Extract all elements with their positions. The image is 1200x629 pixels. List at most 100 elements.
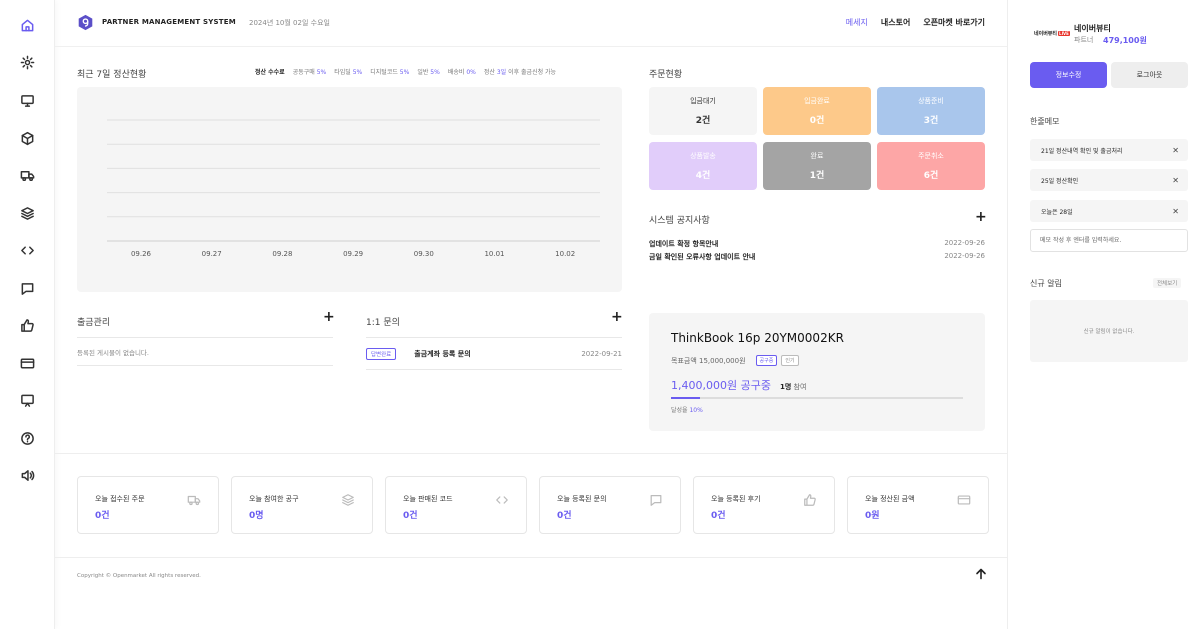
order-card-complete[interactable]: 완료 1건 — [763, 142, 871, 190]
stat-value: 0건 — [557, 511, 572, 521]
speaker-icon[interactable] — [18, 466, 36, 484]
partner-logo: 네이버뷰티 LIVE — [1034, 30, 1070, 37]
order-status-title: 주문현황 — [649, 70, 683, 80]
withdraw-title: 출금관리 — [77, 318, 111, 328]
stat-value: 0원 — [865, 511, 880, 521]
memo-text: 25일 정산확인 — [1041, 177, 1079, 185]
current-amount: 1,400,000원 공구중 1명 참여 — [671, 377, 806, 393]
logout-button[interactable]: 로그아웃 — [1111, 62, 1188, 88]
stat-today-settlement[interactable]: 오늘 정산된 금액 0원 — [847, 476, 989, 534]
nav-message-link[interactable]: 메세지 — [846, 17, 868, 28]
right-panel: 네이버뷰티 LIVE 네이버뷰티 파트너 479,100원 정보수정 로그아웃 한… — [1007, 0, 1200, 629]
divider — [55, 557, 1007, 558]
memo-text: 오늘은 28일 — [1041, 208, 1073, 216]
x-tick-label: 09.28 — [272, 250, 292, 258]
thumbs-up-icon[interactable] — [18, 316, 36, 334]
memo-item: 오늘은 28일 ✕ — [1030, 200, 1188, 222]
inquiry-title: 1:1 문의 — [366, 318, 400, 328]
card-icon[interactable] — [18, 354, 36, 372]
product-name: ThinkBook 16p 20YM0002KR — [671, 331, 844, 345]
nav-openmarket-link[interactable]: 오픈마켓 바로가기 — [923, 17, 985, 28]
product-goal: 목표금액 15,000,000원 공구중 인기 — [671, 355, 799, 366]
order-card-preparing[interactable]: 상품준비 3건 — [877, 87, 985, 135]
card-icon — [957, 493, 971, 507]
notice-title: 업데이트 확정 항목안내 — [649, 240, 719, 248]
stat-label: 오늘 정산된 금액 — [865, 495, 915, 503]
layers-icon[interactable] — [18, 204, 36, 222]
notice-item[interactable]: 업데이트 확정 항목안내 2022-09-26 — [649, 239, 985, 252]
system-notice-title: 시스템 공지사항 — [649, 216, 710, 226]
divider — [366, 337, 622, 338]
popular-badge: 인기 — [781, 355, 799, 366]
stat-label: 오늘 등록된 후기 — [711, 495, 761, 503]
today-stats: 오늘 접수된 주문 0건 오늘 참여한 공구 0명 오늘 판매된 코드 0건 오… — [77, 476, 989, 534]
partner-name: 네이버뷰티 — [1074, 24, 1111, 33]
close-icon[interactable]: ✕ — [1172, 146, 1179, 155]
stat-today-inquiries[interactable]: 오늘 등록된 문의 0건 — [539, 476, 681, 534]
group-buy-product-card[interactable]: ThinkBook 16p 20YM0002KR 목표금액 15,000,000… — [649, 313, 985, 431]
notice-item[interactable]: 금일 확인된 오류사항 업데이트 안내 2022-09-26 — [649, 252, 985, 265]
order-status-grid: 입금대기 2건 입금완료 0건 상품준비 3건 상품발송 4건 완료 1건 주문… — [649, 87, 985, 190]
participants: 1명 참여 — [779, 383, 807, 391]
stat-today-orders[interactable]: 오늘 접수된 주문 0건 — [77, 476, 219, 534]
fee-legend-heading: 정산 수수료 — [255, 69, 285, 76]
notice-title: 금일 확인된 오류사항 업데이트 안내 — [649, 253, 756, 261]
top-header: PARTNER MANAGEMENT SYSTEM 2024년 10월 02일 … — [55, 0, 1007, 47]
order-card-shipped[interactable]: 상품발송 4건 — [649, 142, 757, 190]
x-tick-label: 10.02 — [555, 250, 575, 258]
nav-my-store-link[interactable]: 내스토어 — [881, 17, 910, 28]
home-icon[interactable] — [18, 16, 36, 34]
stat-today-codes[interactable]: 오늘 판매된 코드 0건 — [385, 476, 527, 534]
stat-label: 오늘 참여한 공구 — [249, 495, 299, 503]
fee-legend-item: 디지털코드 5% — [370, 69, 410, 76]
close-icon[interactable]: ✕ — [1172, 176, 1179, 185]
settlement-chart: 09.26 09.27 09.28 09.29 09.30 10.01 10.02 — [77, 87, 622, 292]
order-card-count: 1건 — [809, 171, 825, 181]
order-card-label: 상품준비 — [918, 97, 944, 105]
achievement-rate: 달성율 10% — [671, 407, 703, 414]
truck-icon[interactable] — [18, 166, 36, 184]
inquiry-item[interactable]: 답변완료 출금계좌 등록 문의 2022-09-21 — [366, 347, 622, 361]
inquiry-item-title: 출금계좌 등록 문의 — [414, 350, 471, 358]
close-icon[interactable]: ✕ — [1172, 207, 1179, 216]
code-icon[interactable] — [18, 241, 36, 259]
order-card-count: 6건 — [923, 171, 939, 181]
edit-profile-button[interactable]: 정보수정 — [1030, 62, 1107, 88]
today-date: 2024년 10월 02일 수요일 — [249, 19, 330, 27]
code-icon — [495, 493, 509, 507]
memo-item: 25일 정산확인 ✕ — [1030, 169, 1188, 191]
progress-bar — [671, 397, 963, 399]
stat-today-group-buy[interactable]: 오늘 참여한 공구 0명 — [231, 476, 373, 534]
layers-icon — [341, 493, 355, 507]
settlement-fee-legend: 정산 수수료 공동구매 5% 타임딜 5% 디지털코드 5% 일반 5% 배송비… — [255, 67, 556, 76]
brand-logo-icon[interactable] — [77, 14, 94, 31]
order-card-label: 완료 — [810, 152, 824, 160]
memo-item: 21일 정산내역 확인 및 출금처리 ✕ — [1030, 139, 1188, 161]
order-card-payment-complete[interactable]: 입금완료 0건 — [763, 87, 871, 135]
chat-icon[interactable] — [18, 279, 36, 297]
inquiry-add-icon[interactable]: + — [611, 309, 623, 325]
order-card-count: 2건 — [695, 116, 711, 126]
memo-input[interactable] — [1030, 229, 1188, 252]
stat-today-reviews[interactable]: 오늘 등록된 후기 0건 — [693, 476, 835, 534]
notice-add-icon[interactable]: + — [975, 209, 987, 225]
order-card-cancelled[interactable]: 주문취소 6건 — [877, 142, 985, 190]
gear-icon[interactable] — [18, 53, 36, 71]
fee-legend-item: 타임딜 5% — [334, 69, 363, 76]
alerts-empty-box: 신규 알림이 없습니다. — [1030, 300, 1188, 362]
order-card-label: 입금대기 — [690, 97, 716, 105]
help-icon[interactable] — [18, 429, 36, 447]
order-card-pending-payment[interactable]: 입금대기 2건 — [649, 87, 757, 135]
x-tick-label: 09.29 — [343, 250, 363, 258]
view-all-link[interactable]: 전체보기 — [1153, 278, 1182, 288]
withdraw-add-icon[interactable]: + — [323, 309, 335, 325]
x-tick-label: 09.27 — [202, 250, 222, 258]
notice-date: 2022-09-26 — [944, 239, 985, 247]
stat-label: 오늘 등록된 문의 — [557, 495, 607, 503]
box-icon[interactable] — [18, 129, 36, 147]
progress-fill — [671, 397, 701, 399]
monitor-icon[interactable] — [18, 91, 36, 109]
top-nav: 메세지 내스토어 오픈마켓 바로가기 — [846, 17, 985, 28]
presentation-icon[interactable] — [18, 391, 36, 409]
scroll-top-arrow-icon[interactable] — [975, 568, 987, 580]
